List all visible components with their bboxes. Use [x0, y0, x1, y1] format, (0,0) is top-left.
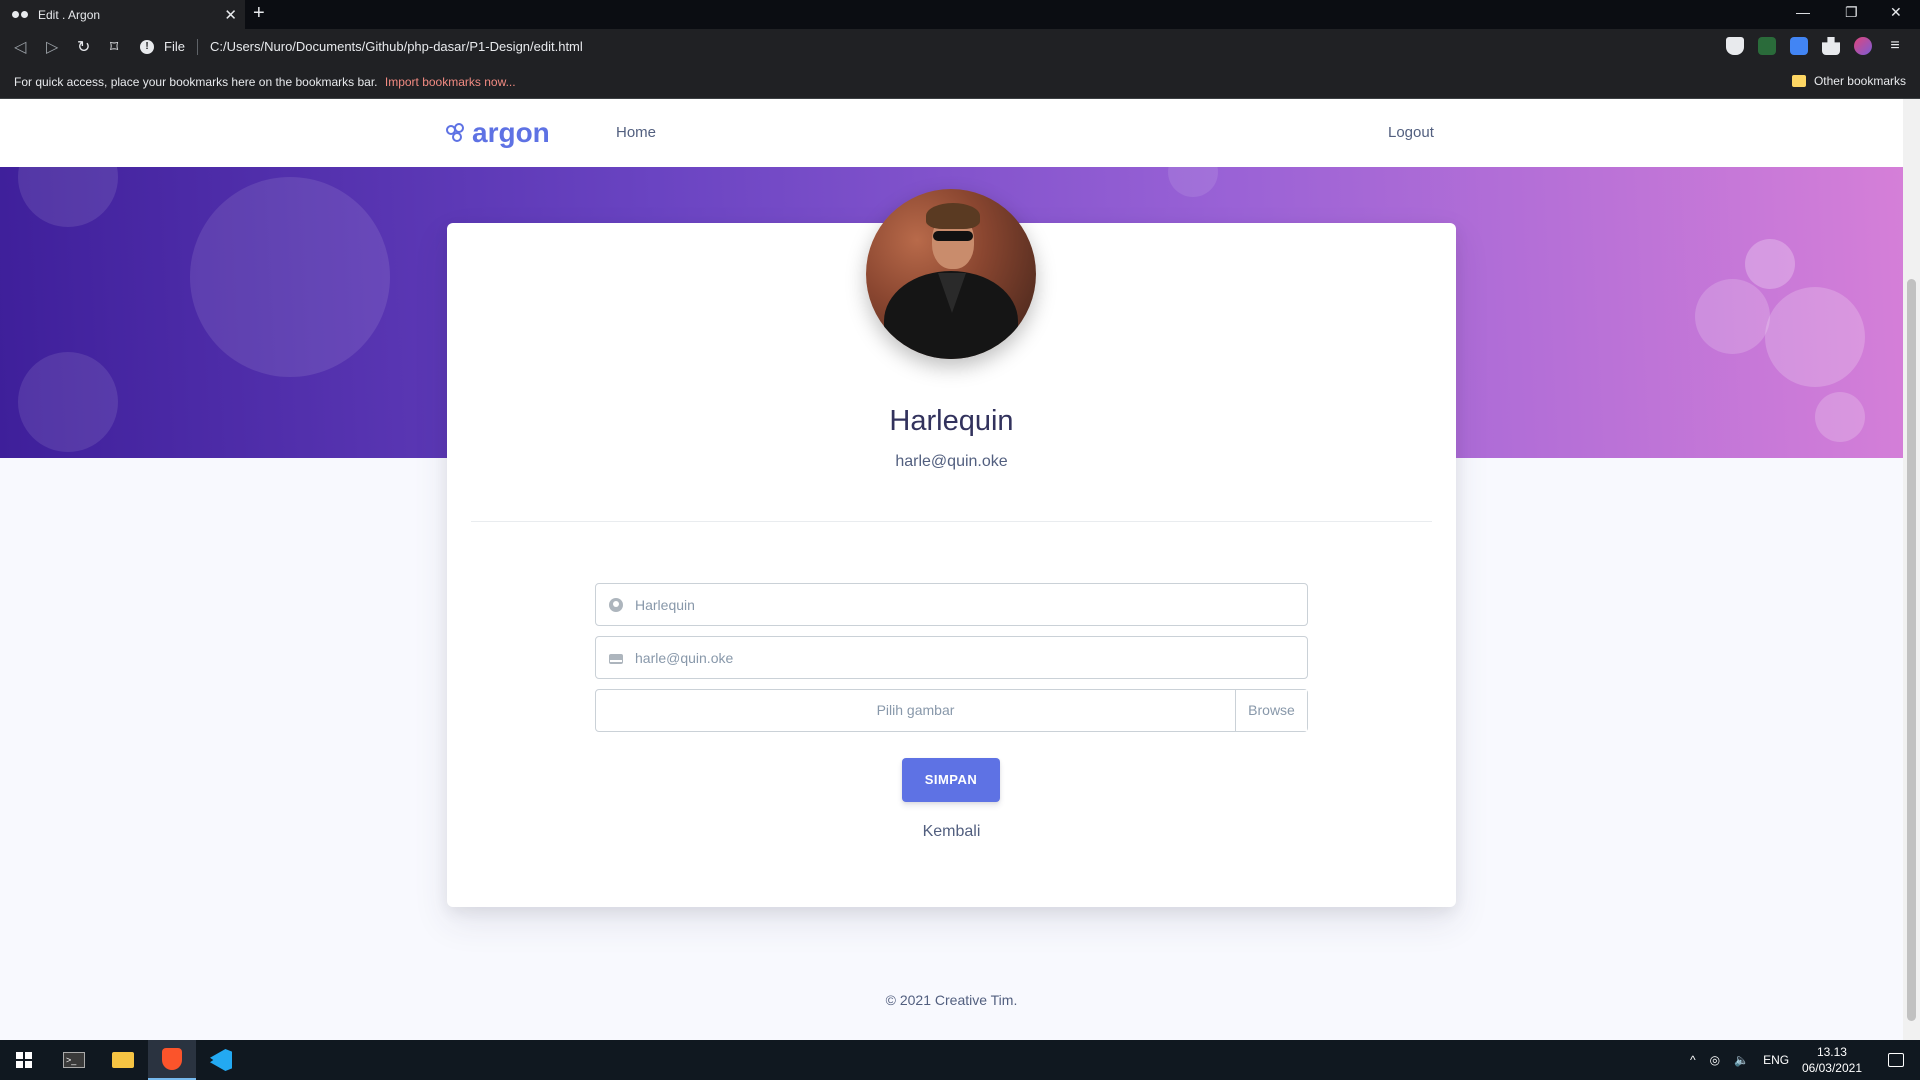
decor-circle — [18, 352, 118, 452]
brand-name: argon — [472, 117, 550, 148]
taskbar-clock[interactable]: 13.13 06/03/2021 — [1802, 1044, 1862, 1076]
page-scrollbar[interactable] — [1903, 99, 1920, 1040]
profile-email: harle@quin.oke — [895, 453, 1008, 470]
url-text[interactable]: C:/Users/Nuro/Documents/Github/php-dasar… — [210, 39, 583, 54]
back-link[interactable]: Kembali — [447, 823, 1456, 841]
folder-icon — [1791, 75, 1806, 87]
argon-logo-icon — [446, 123, 466, 143]
decor-circle — [1765, 287, 1865, 387]
user-icon — [609, 597, 623, 612]
vscode-icon[interactable] — [197, 1040, 245, 1080]
site-navbar: argon Home Logout — [0, 99, 1903, 167]
bookmarks-bar: For quick access, place your bookmarks h… — [0, 64, 1920, 99]
email-input-value[interactable]: harle@quin.oke — [635, 650, 733, 666]
notifications-icon[interactable] — [1872, 1040, 1920, 1080]
footer-copyright: © 2021 Creative Tim. — [885, 992, 1018, 1008]
address-bar[interactable]: ! File C:/Users/Nuro/Documents/Github/ph… — [140, 33, 1712, 60]
puzzle-icon[interactable] — [1822, 37, 1840, 55]
name-input-value[interactable]: Harlequin — [635, 597, 695, 613]
brand-logo[interactable]: argon — [446, 117, 550, 149]
url-scheme: File — [164, 39, 185, 54]
profile-avatar — [866, 189, 1036, 359]
back-icon[interactable]: ◁ — [14, 37, 26, 57]
browser-tab[interactable]: Edit . Argon ✕ — [0, 0, 245, 29]
browse-button[interactable]: Browse — [1235, 690, 1307, 731]
extensions-area: ≡ — [1726, 37, 1904, 55]
email-input[interactable]: harle@quin.oke — [595, 636, 1308, 679]
card-divider — [471, 521, 1432, 522]
windows-taskbar: >_ ^ ◎ 🔈 ENG 13.13 06/03/2021 — [0, 1040, 1920, 1080]
import-bookmarks-link[interactable]: Import bookmarks now... — [385, 75, 516, 89]
name-input[interactable]: Harlequin — [595, 583, 1308, 626]
tab-favicon-icon — [12, 10, 28, 20]
nav-logout-link[interactable]: Logout — [1388, 124, 1434, 141]
bookmark-icon[interactable]: ⌑ — [110, 37, 118, 57]
window-close-icon[interactable]: ✕ — [1890, 4, 1902, 21]
file-explorer-icon[interactable] — [99, 1040, 147, 1080]
network-icon[interactable]: ◎ — [1710, 1053, 1720, 1067]
brave-shield-icon[interactable] — [1726, 37, 1744, 55]
bookmarks-hint: For quick access, place your bookmarks h… — [14, 75, 516, 89]
file-placeholder[interactable]: Pilih gambar — [596, 690, 1235, 731]
decor-circle — [190, 177, 390, 377]
page-viewport: argon Home Logout Harlequin harle@quin.o… — [0, 99, 1903, 1040]
minimize-icon[interactable]: — — [1796, 4, 1810, 20]
menu-icon[interactable]: ≡ — [1886, 37, 1904, 55]
decor-circle — [18, 167, 118, 227]
tray-expand-icon[interactable]: ^ — [1690, 1053, 1696, 1067]
system-tray: ^ ◎ 🔈 ENG — [1690, 1040, 1789, 1080]
forward-icon[interactable]: ▷ — [46, 37, 58, 57]
clock-time: 13.13 — [1816, 1045, 1847, 1059]
decor-circle — [1695, 279, 1770, 354]
extension-icon[interactable] — [1758, 37, 1776, 55]
other-bookmarks-label: Other bookmarks — [1813, 74, 1906, 88]
volume-icon[interactable]: 🔈 — [1734, 1053, 1749, 1067]
envelope-icon — [609, 653, 623, 664]
tab-close-icon[interactable]: ✕ — [224, 6, 237, 24]
browser-toolbar: ◁ ▷ ↻ ⌑ ! File C:/Users/Nuro/Documents/G… — [0, 29, 1920, 64]
decor-circle — [1745, 239, 1795, 289]
translate-icon[interactable] — [1790, 37, 1808, 55]
save-button[interactable]: SIMPAN — [902, 758, 1000, 802]
brave-browser-icon[interactable] — [148, 1040, 196, 1080]
profile-avatar-icon[interactable] — [1854, 37, 1872, 55]
language-indicator[interactable]: ENG — [1763, 1053, 1789, 1067]
terminal-icon[interactable]: >_ — [50, 1040, 98, 1080]
bookmarks-message: For quick access, place your bookmarks h… — [14, 75, 378, 89]
decor-circle — [1168, 167, 1218, 197]
profile-card: Harlequin harle@quin.oke Harlequin harle… — [447, 189, 1456, 907]
url-separator — [196, 38, 198, 55]
browser-tabbar: Edit . Argon ✕ + — ❐ ✕ — [0, 0, 1920, 29]
restore-icon[interactable]: ❐ — [1845, 4, 1858, 21]
tab-title: Edit . Argon — [38, 7, 101, 22]
decor-circle — [1815, 392, 1865, 442]
start-icon[interactable] — [0, 1040, 48, 1080]
image-file-input[interactable]: Pilih gambar Browse — [595, 689, 1308, 732]
reload-icon[interactable]: ↻ — [77, 37, 90, 57]
scrollbar-thumb[interactable] — [1907, 279, 1916, 1021]
new-tab-icon[interactable]: + — [253, 2, 265, 25]
clock-date: 06/03/2021 — [1801, 1061, 1862, 1075]
site-info-icon[interactable]: ! — [140, 39, 154, 54]
profile-name: Harlequin — [889, 405, 1014, 437]
other-bookmarks[interactable]: Other bookmarks — [1791, 74, 1906, 88]
nav-home-link[interactable]: Home — [616, 124, 656, 141]
